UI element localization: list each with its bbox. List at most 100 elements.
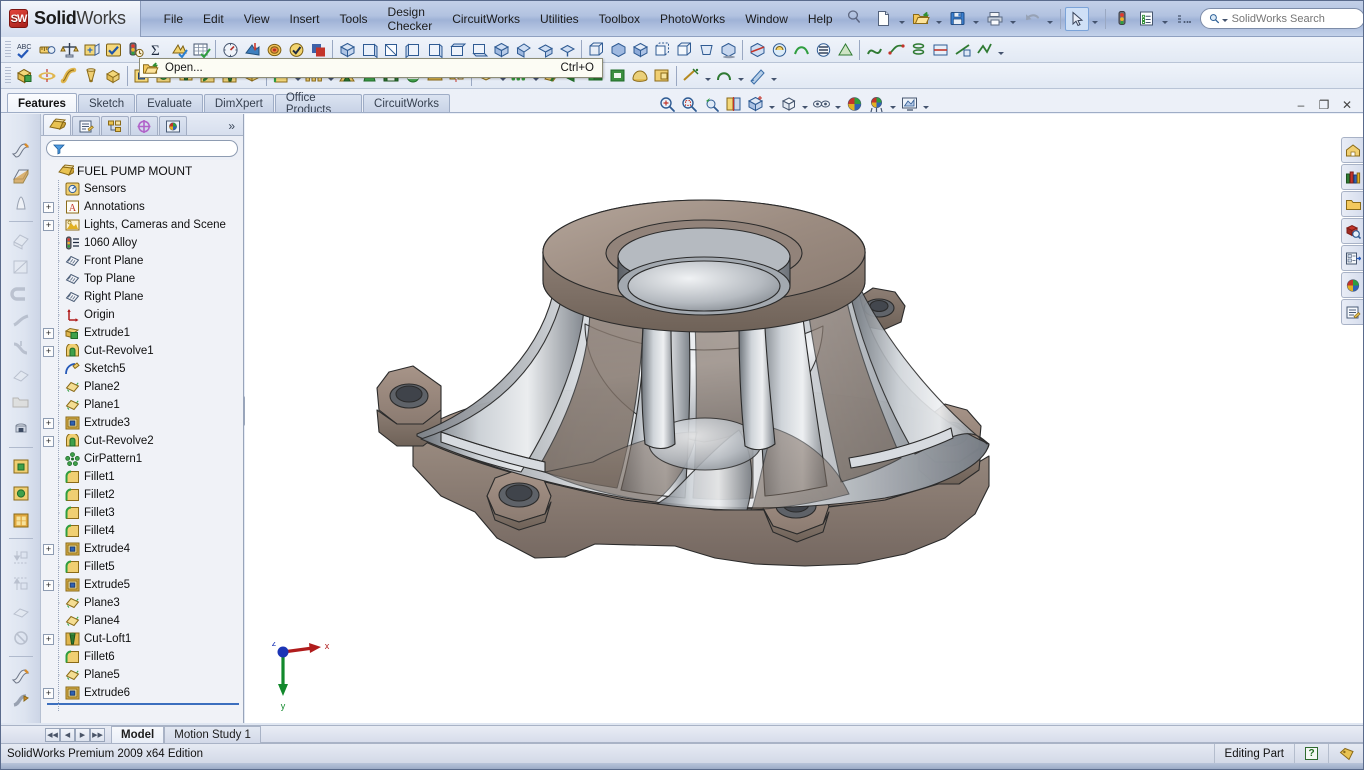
revolved-boss-icon[interactable] [36, 65, 58, 87]
tab-first-button[interactable]: ◀◀ [45, 727, 60, 742]
graphics-area[interactable]: y x z [245, 114, 1364, 723]
configuration-manager-tab[interactable] [101, 116, 129, 135]
move-up-icon[interactable] [8, 571, 34, 597]
new-document-icon[interactable] [872, 7, 896, 31]
no-fill-icon[interactable] [8, 625, 34, 651]
view-settings-caret-icon[interactable] [920, 92, 931, 116]
extruded-surface-icon[interactable] [8, 190, 34, 216]
tree-item-cut-revolve2[interactable]: + Cut-Revolve2 [43, 432, 243, 450]
menu-edit[interactable]: Edit [194, 8, 233, 30]
rollback-bar[interactable] [47, 703, 239, 705]
fuel-pump-mount-model[interactable] [245, 114, 1364, 723]
lofted-boss-icon[interactable] [80, 65, 102, 87]
rebuild-icon[interactable] [1110, 7, 1134, 31]
menu-help[interactable]: Help [799, 8, 842, 30]
edit-appearance-icon[interactable] [843, 93, 865, 115]
project-curve-icon[interactable] [951, 39, 973, 61]
shadows-icon[interactable] [717, 39, 739, 61]
save-icon[interactable] [946, 7, 970, 31]
tree-item-cirpattern1[interactable]: CirPattern1 [43, 450, 243, 468]
trim-surface-icon[interactable] [8, 254, 34, 280]
ruled-surface-icon[interactable] [8, 362, 34, 388]
tab-previous-button[interactable]: ◀ [60, 727, 75, 742]
spell-checker-icon[interactable]: ABC [14, 39, 36, 61]
curvature-icon[interactable] [790, 39, 812, 61]
tree-item-top-plane[interactable]: Top Plane [43, 270, 243, 288]
tab-sketch[interactable]: Sketch [77, 94, 136, 113]
print-icon[interactable] [983, 7, 1007, 31]
tree-item-cut-revolve1[interactable]: + Cut-Revolve1 [43, 342, 243, 360]
custom-properties-icon[interactable] [1341, 299, 1363, 325]
search-input[interactable] [1231, 12, 1356, 25]
tree-item-fillet5[interactable]: Fillet5 [43, 558, 243, 576]
curve-through-points-icon[interactable] [885, 39, 907, 61]
open-document-icon[interactable] [909, 7, 933, 31]
toolbar-grip[interactable] [5, 40, 11, 59]
view-palette-icon[interactable] [1341, 245, 1363, 271]
display-style-icon[interactable] [777, 93, 799, 115]
mass-properties-icon[interactable] [58, 39, 80, 61]
curves-caret-icon[interactable] [995, 38, 1006, 62]
tree-expand-toggle[interactable]: + [43, 327, 54, 339]
select-caret-icon[interactable] [1090, 7, 1101, 31]
tree-filter-input[interactable] [68, 142, 231, 155]
split-line-icon[interactable] [929, 39, 951, 61]
options-caret-icon[interactable] [1160, 7, 1171, 31]
menu-utilities[interactable]: Utilities [531, 8, 588, 30]
graphics-restore-button[interactable]: ❐ [1316, 97, 1332, 113]
mid-surface-icon[interactable] [8, 416, 34, 442]
tab-model[interactable]: Model [111, 726, 165, 743]
move-down-icon[interactable] [8, 544, 34, 570]
tree-item-sensors[interactable]: Sensors [43, 180, 243, 198]
combine-icon[interactable] [607, 65, 629, 87]
tree-item-extrude6[interactable]: + Extrude6 [43, 684, 243, 702]
tab-motion-study[interactable]: Motion Study 1 [164, 726, 261, 743]
tree-expand-toggle[interactable]: + [43, 417, 54, 429]
display-manager-tab[interactable] [159, 116, 187, 135]
perspective-icon[interactable] [695, 39, 717, 61]
zoom-to-area-icon[interactable] [678, 93, 700, 115]
new-document-caret-icon[interactable] [897, 7, 908, 31]
tree-item-extrude3[interactable]: + Extrude3 [43, 414, 243, 432]
save-caret-icon[interactable] [971, 7, 982, 31]
tree-item-extrude4[interactable]: + Extrude4 [43, 540, 243, 558]
composite-curve-icon[interactable] [973, 39, 995, 61]
previous-view-icon[interactable] [700, 93, 722, 115]
menu-file[interactable]: File [155, 8, 192, 30]
tab-dimxpert[interactable]: DimXpert [203, 94, 274, 113]
tree-expand-toggle[interactable]: + [43, 219, 54, 231]
hidden-lines-visible-icon[interactable] [651, 39, 673, 61]
section-view-tb-icon[interactable] [746, 39, 768, 61]
boundary-boss-icon[interactable] [102, 65, 124, 87]
extruded-boss-icon[interactable] [14, 65, 36, 87]
view-settings-icon[interactable] [898, 93, 920, 115]
view-orientation-icon[interactable] [744, 93, 766, 115]
menu-circuitworks[interactable]: CircuitWorks [443, 8, 529, 30]
mold-tools-icon[interactable] [8, 662, 34, 688]
tree-item-sketch5[interactable]: Sketch5 [43, 360, 243, 378]
menu-toolbox[interactable]: Toolbox [590, 8, 649, 30]
section-view-icon[interactable] [722, 93, 744, 115]
realview-icon[interactable] [768, 39, 790, 61]
apply-scene-icon[interactable] [865, 93, 887, 115]
tree-expand-toggle[interactable]: + [43, 579, 54, 591]
graphics-close-button[interactable]: ✕ [1339, 97, 1355, 113]
tree-expand-toggle[interactable]: + [43, 633, 54, 645]
tree-item-fillet2[interactable]: Fillet2 [43, 486, 243, 504]
apply-scene-caret-icon[interactable] [887, 92, 898, 116]
tree-item-lights-cameras-and-scene[interactable]: + Lights, Cameras and Scene [43, 216, 243, 234]
measure-icon[interactable] [36, 39, 58, 61]
tree-item-fillet3[interactable]: Fillet3 [43, 504, 243, 522]
swept-surface-icon[interactable] [8, 136, 34, 162]
tab-circuitworks[interactable]: CircuitWorks [363, 94, 450, 113]
tree-filter-box[interactable] [46, 140, 238, 157]
open-document-caret-icon[interactable] [934, 7, 945, 31]
swept-boss-icon[interactable] [58, 65, 80, 87]
file-explorer-icon[interactable] [1341, 191, 1363, 217]
status-help-cell[interactable]: ? [1294, 743, 1328, 764]
tree-expand-toggle[interactable]: + [43, 435, 54, 447]
search-box[interactable] [1199, 8, 1363, 29]
status-tag-cell[interactable] [1328, 743, 1363, 764]
radiate-surface-icon[interactable] [8, 335, 34, 361]
tab-features[interactable]: Features [7, 93, 77, 113]
